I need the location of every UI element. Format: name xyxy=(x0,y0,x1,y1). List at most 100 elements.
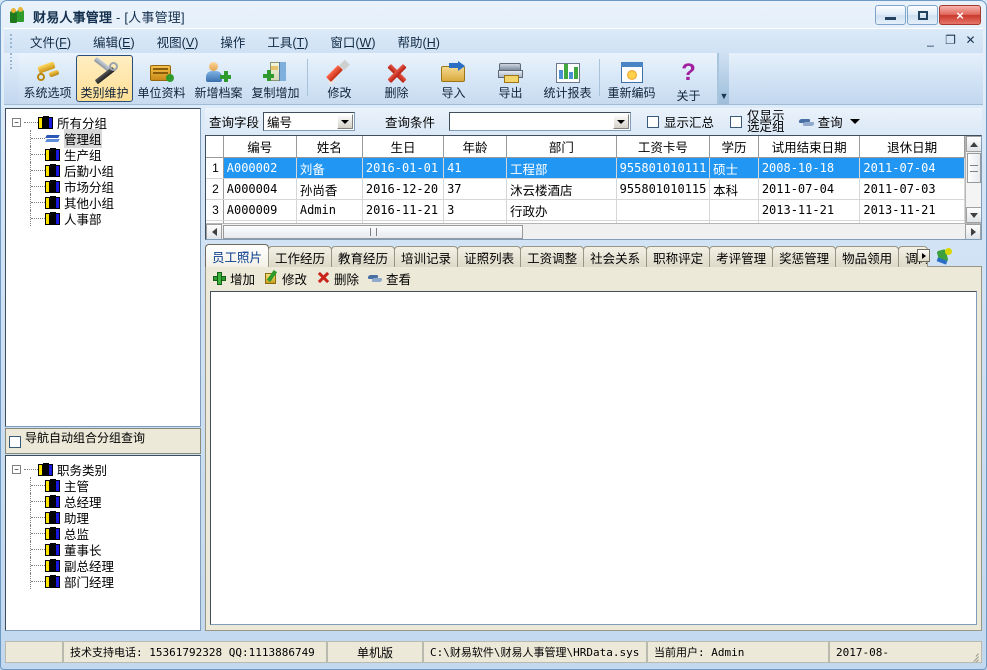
tree-node-position-category[interactable]: − 职务类别 xyxy=(12,461,200,477)
group-tree-panel[interactable]: − 所有分组 管理组 生产组 xyxy=(5,108,201,427)
mdi-restore-button[interactable]: ❐ xyxy=(944,33,957,46)
tab-employee-photo[interactable]: 员工照片 xyxy=(205,244,269,267)
column-header-probation-end[interactable]: 试用结束日期 xyxy=(758,136,860,158)
chevron-down-icon[interactable] xyxy=(337,114,353,129)
tab-title-evaluation[interactable]: 职称评定 xyxy=(646,246,710,267)
column-header-age[interactable]: 年龄 xyxy=(444,136,507,158)
menu-item-view[interactable]: 视图(V) xyxy=(146,29,210,54)
column-header-id[interactable]: 编号 xyxy=(223,136,296,158)
toolbar-button-delete[interactable]: 删除 xyxy=(368,55,425,102)
show-summary-checkbox[interactable] xyxy=(647,116,659,128)
column-header-department[interactable]: 部门 xyxy=(507,136,617,158)
toolbar-button-category-maintenance[interactable]: 类别维护 xyxy=(76,55,133,102)
menu-item-tools[interactable]: 工具(T) xyxy=(256,29,319,54)
toolbar-button-about[interactable]: ? 关于 xyxy=(660,55,717,102)
tree-node-all-groups[interactable]: − 所有分组 xyxy=(12,114,200,130)
tree-node-other-group[interactable]: 其他小组 xyxy=(12,194,200,210)
tree-node-assistant[interactable]: 助理 xyxy=(12,509,200,525)
toolbar-button-edit[interactable]: 修改 xyxy=(311,55,368,102)
employee-grid[interactable]: 编号 姓名 生日 年龄 部门 工资卡号 学历 试用结束日期 退休日期 xyxy=(205,135,982,240)
query-button[interactable]: 查询 xyxy=(799,112,860,131)
toolbar-gripper[interactable] xyxy=(7,53,15,69)
tree-node-management-group[interactable]: 管理组 xyxy=(12,130,200,146)
grid-vertical-scrollbar[interactable] xyxy=(965,136,981,223)
horizontal-scroll-thumb[interactable] xyxy=(223,225,523,239)
toolbar-button-export[interactable]: 导出 xyxy=(482,55,539,102)
chevron-down-icon[interactable] xyxy=(850,119,860,124)
mdi-close-button[interactable]: ✕ xyxy=(964,33,977,46)
tab-item-requisition[interactable]: 物品领用 xyxy=(835,246,899,267)
close-button[interactable]: × xyxy=(939,5,981,25)
resize-grip-icon[interactable] xyxy=(967,648,979,660)
pane-button-view[interactable]: 查看 xyxy=(366,268,416,289)
column-header-education[interactable]: 学历 xyxy=(710,136,759,158)
pane-button-add[interactable]: 增加 xyxy=(210,268,260,289)
tree-node-general-manager[interactable]: 总经理 xyxy=(12,493,200,509)
tab-work-history[interactable]: 工作经历 xyxy=(268,246,332,267)
column-header-name[interactable]: 姓名 xyxy=(296,136,362,158)
vertical-scroll-thumb[interactable] xyxy=(967,153,981,183)
grid-horizontal-scrollbar[interactable] xyxy=(206,223,981,239)
add-green-plus-icon xyxy=(212,271,227,286)
only-selected-group-checkbox-row[interactable]: 仅显示 选定组 xyxy=(730,111,785,133)
show-summary-checkbox-row[interactable]: 显示汇总 xyxy=(647,112,714,131)
toolbar-button-copy-add[interactable]: 复制增加 xyxy=(247,55,304,102)
toolbar-button-system-options[interactable]: 系统选项 xyxy=(19,55,76,102)
table-row[interactable]: 4 A000010 张翠花 2016-12-15 22 市洋部 大专 2017-… xyxy=(206,221,965,224)
toolbar-button-recode[interactable]: 重新编码 xyxy=(603,55,660,102)
tab-salary-adjustment[interactable]: 工资调整 xyxy=(520,246,584,267)
nav-auto-group-checkbox[interactable] xyxy=(9,436,21,448)
minimize-button[interactable] xyxy=(875,5,906,25)
query-condition-select[interactable] xyxy=(449,112,631,131)
scroll-left-button[interactable] xyxy=(206,224,222,240)
mdi-minimize-button[interactable]: _ xyxy=(924,33,937,46)
tree-node-director[interactable]: 总监 xyxy=(12,525,200,541)
tab-education-history[interactable]: 教育经历 xyxy=(331,246,395,267)
scroll-up-button[interactable] xyxy=(966,136,982,152)
tab-assessment-management[interactable]: 考评管理 xyxy=(709,246,773,267)
tree-node-department-manager[interactable]: 部门经理 xyxy=(12,573,200,589)
employee-photo-canvas[interactable] xyxy=(210,291,977,625)
tab-scroll-right-button[interactable] xyxy=(917,249,930,262)
pane-button-delete[interactable]: 删除 xyxy=(314,268,364,289)
menu-item-window[interactable]: 窗口(W) xyxy=(319,29,386,54)
toolbar-button-new-record[interactable]: 新增档案 xyxy=(190,55,247,102)
toolbar-overflow-button[interactable]: ▼ xyxy=(718,53,729,104)
menu-item-help[interactable]: 帮助(H) xyxy=(387,29,451,54)
tree-expander-icon[interactable]: − xyxy=(12,465,21,474)
column-header-retirement-date[interactable]: 退休日期 xyxy=(860,136,965,158)
toolbar-button-statistics-report[interactable]: 统计报表 xyxy=(539,55,596,102)
table-row[interactable]: 2 A000004 孙尚香 2016-12-20 37 沐云楼酒店 955801… xyxy=(206,179,965,200)
position-category-tree-panel[interactable]: − 职务类别 主管 总经理 xyxy=(5,455,201,631)
menu-item-file[interactable]: 文件(F) xyxy=(19,29,82,54)
scroll-right-button[interactable] xyxy=(965,224,981,240)
table-row[interactable]: 1 A000002 刘备 2016-01-01 41 工程部 955801010… xyxy=(206,158,965,179)
table-row[interactable]: 3 A000009 Admin 2016-11-21 3 行政办 2013-11… xyxy=(206,200,965,221)
tab-training-records[interactable]: 培训记录 xyxy=(394,246,458,267)
chevron-down-icon[interactable] xyxy=(613,114,629,129)
folder-icon xyxy=(38,463,54,476)
query-field-select[interactable]: 编号 xyxy=(263,112,355,131)
only-selected-group-checkbox[interactable] xyxy=(730,116,742,128)
maximize-button[interactable] xyxy=(907,5,938,25)
column-header-salary-card[interactable]: 工资卡号 xyxy=(616,136,709,158)
tab-reward-punishment[interactable]: 奖惩管理 xyxy=(772,246,836,267)
tree-node-hr-department[interactable]: 人事部 xyxy=(12,210,200,226)
tab-social-relations[interactable]: 社会关系 xyxy=(583,246,647,267)
tab-label: 奖惩管理 xyxy=(779,248,829,267)
toolbar-button-import[interactable]: 导入 xyxy=(425,55,482,102)
vertical-scroll-track[interactable] xyxy=(966,183,982,207)
scroll-down-button[interactable] xyxy=(966,207,982,223)
menubar-gripper[interactable] xyxy=(7,33,15,49)
tree-node-supervisor[interactable]: 主管 xyxy=(12,477,200,493)
tab-certificate-list[interactable]: 证照列表 xyxy=(457,246,521,267)
recode-calendar-icon xyxy=(618,60,646,83)
folder-icon xyxy=(45,511,61,524)
toolbar-button-company-info[interactable]: 单位资料 xyxy=(133,55,190,102)
nav-auto-group-checkbox-row[interactable]: 导航自动组合分组查询 xyxy=(5,428,201,454)
pane-button-edit[interactable]: 修改 xyxy=(262,268,312,289)
tree-expander-icon[interactable]: − xyxy=(12,118,21,127)
menu-item-edit[interactable]: 编辑(E) xyxy=(82,29,146,54)
menu-item-operation[interactable]: 操作 xyxy=(209,29,256,54)
column-header-birthday[interactable]: 生日 xyxy=(362,136,443,158)
